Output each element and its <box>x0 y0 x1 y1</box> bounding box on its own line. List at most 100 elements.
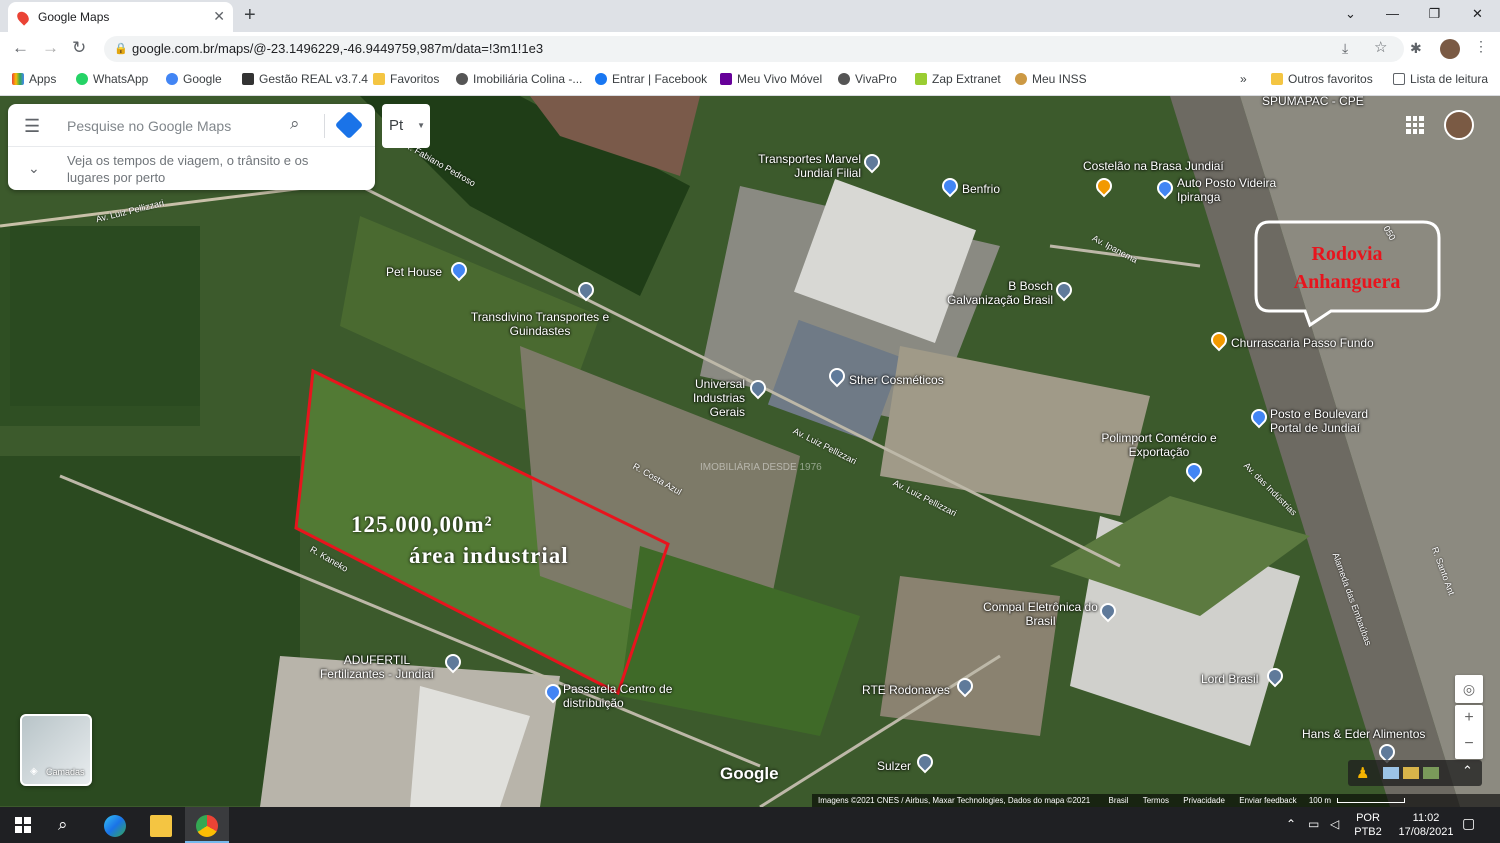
region-link[interactable]: Brasil <box>1108 796 1128 805</box>
place-label[interactable]: Posto e Boulevard Portal de Jundiaí <box>1270 407 1380 435</box>
search-input[interactable]: Pesquise no Google Maps <box>67 118 231 134</box>
place-label[interactable]: ADUFERTIL Fertilizantes - Jundiaí <box>312 653 442 681</box>
bookmark-apps[interactable]: Apps <box>12 72 56 86</box>
place-label[interactable]: Benfrio <box>962 182 1000 196</box>
place-label[interactable]: RTE Rodonaves <box>862 683 950 697</box>
thumbnail-icon[interactable] <box>1383 767 1399 779</box>
apps-grid-icon <box>12 73 24 85</box>
terms-link[interactable]: Termos <box>1143 796 1169 805</box>
zoom-controls: + − <box>1455 705 1483 759</box>
forward-icon[interactable]: → <box>42 38 59 58</box>
search-icon[interactable]: ⌕ <box>290 114 300 134</box>
place-label[interactable]: Sulzer <box>877 759 911 773</box>
chevron-up-icon[interactable]: ⌃ <box>1286 817 1296 831</box>
thumbnail-icon[interactable] <box>1423 767 1439 779</box>
place-label[interactable]: B Bosch Galvanização Brasil <box>935 279 1053 307</box>
search-icon[interactable]: ⌕ <box>58 815 80 837</box>
thumbnail-icon[interactable] <box>1403 767 1419 779</box>
bookmark-imobiliaria[interactable]: Imobiliária Colina -... <box>456 72 582 86</box>
close-icon[interactable]: ✕ <box>213 8 225 25</box>
place-label[interactable]: Universal Industrias Gerais <box>680 377 745 419</box>
folder-icon <box>373 73 385 85</box>
bookmark-outros[interactable]: Outros favoritos <box>1271 72 1373 86</box>
bookmarks-bar: Apps WhatsApp Google Gestão REAL v3.7.4 … <box>0 66 1500 96</box>
directions-icon[interactable] <box>334 110 364 140</box>
search-panel: ☰ Pesquise no Google Maps ⌕ ⌄ Veja os te… <box>8 104 375 190</box>
bookmark-meu-inss[interactable]: Meu INSS <box>1015 72 1087 86</box>
zoom-in-icon[interactable]: + <box>1455 705 1483 731</box>
install-icon[interactable]: ⤓ <box>1342 40 1348 57</box>
keyboard-language[interactable]: POR PTB2 <box>1352 811 1384 839</box>
tab-google-maps[interactable]: Google Maps ✕ <box>8 2 233 32</box>
edge-icon[interactable] <box>104 815 126 837</box>
feedback-link[interactable]: Enviar feedback <box>1239 796 1296 805</box>
avatar[interactable] <box>1440 39 1460 59</box>
place-label[interactable]: Passarela Centro de distribuição <box>563 682 673 710</box>
bookmark-whatsapp[interactable]: WhatsApp <box>76 72 148 86</box>
place-label[interactable]: Churrascaria Passo Fundo <box>1231 336 1374 350</box>
bookmark-favoritos[interactable]: Favoritos <box>373 72 439 86</box>
reload-icon[interactable]: ↻ <box>72 38 86 58</box>
bookmark-gestao-real[interactable]: Gestão REAL v3.7.4 <box>242 72 368 86</box>
extensions-icon[interactable]: ✱ <box>1410 40 1422 57</box>
google-logo: Google <box>720 764 779 783</box>
reading-list-icon <box>1393 73 1405 85</box>
vivo-icon <box>720 73 732 85</box>
language-select[interactable]: Pt ▼ <box>382 104 430 148</box>
bookmark-google[interactable]: Google <box>166 72 222 86</box>
apps-grid-icon[interactable] <box>1406 116 1424 134</box>
chevron-down-icon[interactable]: ⌄ <box>28 160 40 177</box>
expand-icon[interactable]: ⌃ <box>1462 763 1473 779</box>
bookmark-vivapro[interactable]: VivaPro <box>838 72 897 86</box>
place-label[interactable]: Hans & Eder Alimentos <box>1302 727 1425 741</box>
place-label[interactable]: Pet House <box>386 265 442 279</box>
bookmark-facebook[interactable]: Entrar | Facebook <box>595 72 707 86</box>
windows-start-icon[interactable] <box>15 817 31 833</box>
place-label[interactable]: Auto Posto Videira Ipiranga <box>1177 176 1277 204</box>
place-label[interactable]: Sther Cosméticos <box>849 373 944 387</box>
privacy-link[interactable]: Privacidade <box>1183 796 1225 805</box>
profile-menu-icon[interactable]: ⌄ <box>1328 0 1373 30</box>
more-icon[interactable]: ⋮ <box>1474 38 1488 55</box>
chrome-icon[interactable] <box>196 815 218 837</box>
browser-toolbar: ← → ↻ 🔒 google.com.br/maps/@-23.1496229,… <box>0 32 1500 66</box>
pegman-icon[interactable]: ♟ <box>1356 764 1369 782</box>
place-label[interactable]: Polimport Comércio e Exportação <box>1094 431 1224 459</box>
map-canvas[interactable]: Rodovia Anhanguera 125.000,00m² área ind… <box>0 96 1500 807</box>
place-label[interactable]: Lord Brasil <box>1201 672 1258 686</box>
bookmark-meu-vivo[interactable]: Meu Vivo Móvel <box>720 72 822 86</box>
restore-icon[interactable]: ❐ <box>1412 0 1457 30</box>
zoom-out-icon[interactable]: − <box>1455 731 1483 757</box>
new-tab-icon[interactable]: + <box>244 4 256 27</box>
network-icon[interactable]: ▭ <box>1308 817 1319 831</box>
place-label[interactable]: SPUMAPAC - CPE <box>1262 96 1364 108</box>
place-label[interactable]: Transportes Marvel Jundiaí Filial <box>746 152 861 180</box>
place-label[interactable]: Costelão na Brasa Jundiaí <box>1083 159 1224 173</box>
bookmark-zap[interactable]: Zap Extranet <box>915 72 1001 86</box>
layers-button[interactable]: ◈ Camadas <box>20 714 92 786</box>
address-bar[interactable]: 🔒 google.com.br/maps/@-23.1496229,-46.94… <box>104 36 1404 62</box>
file-explorer-icon[interactable] <box>150 815 172 837</box>
reading-list[interactable]: Lista de leitura <box>1393 72 1488 86</box>
url-text: google.com.br/maps/@-23.1496229,-46.9449… <box>132 41 544 56</box>
close-window-icon[interactable]: ✕ <box>1455 0 1500 30</box>
notification-icon[interactable]: ▢ <box>1462 816 1475 830</box>
back-icon[interactable]: ← <box>12 38 29 58</box>
scale-label[interactable]: 100 m <box>1309 796 1331 805</box>
place-label[interactable]: Compal Eletrônica do Brasil <box>983 600 1098 628</box>
star-icon[interactable]: ☆ <box>1374 38 1387 56</box>
my-location-icon[interactable]: ◎ <box>1455 675 1483 703</box>
more-bookmarks-icon[interactable]: » <box>1240 72 1247 86</box>
nearby-hint[interactable]: Veja os tempos de viagem, o trânsito e o… <box>67 152 347 186</box>
place-label[interactable]: Transdivino Transportes e Guindastes <box>465 310 615 338</box>
language-value: Pt <box>389 117 404 134</box>
menu-icon[interactable]: ☰ <box>24 116 40 137</box>
account-avatar[interactable] <box>1444 110 1474 140</box>
minimize-icon[interactable]: — <box>1370 0 1415 30</box>
maps-pin-icon <box>14 8 32 26</box>
zap-icon <box>915 73 927 85</box>
volume-icon[interactable]: ◁ <box>1330 817 1339 831</box>
tab-title: Google Maps <box>38 10 110 24</box>
area-value: 125.000,00m² <box>351 512 493 537</box>
clock[interactable]: 11:02 17/08/2021 <box>1394 811 1458 839</box>
